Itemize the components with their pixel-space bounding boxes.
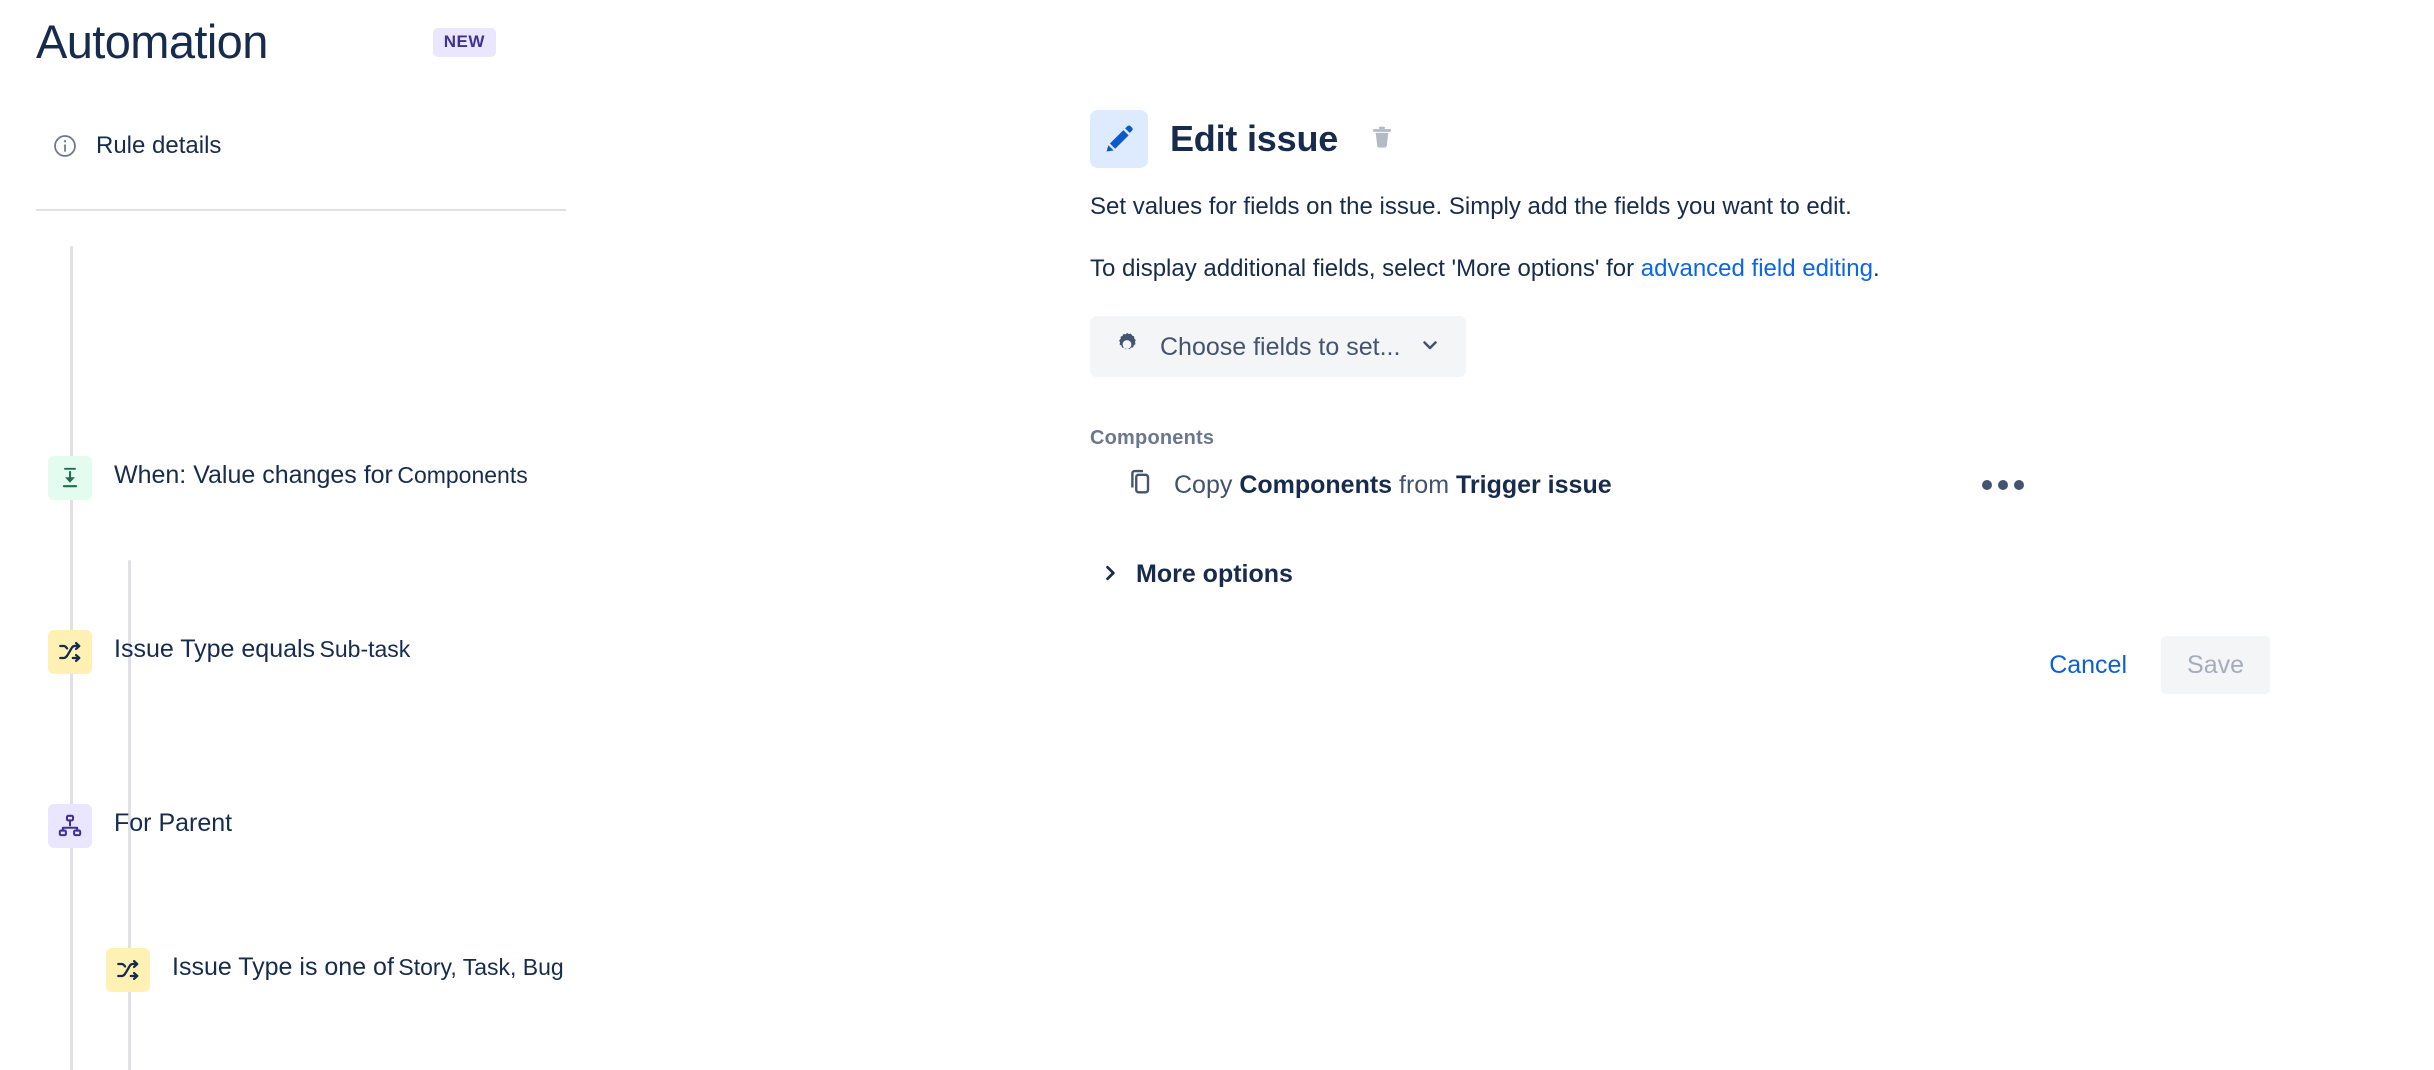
- shuffle-icon: [48, 630, 92, 674]
- trash-icon: [1368, 124, 1396, 155]
- field-row-prefix: Copy: [1174, 470, 1240, 499]
- tree-node-text: When: Value changes for Components: [114, 456, 528, 492]
- ellipsis-icon: [2014, 479, 2024, 490]
- field-group-label: Components: [1090, 427, 1215, 449]
- field-row-label: Copy Components from Trigger issue: [1174, 468, 1612, 502]
- tree-node-condition-issue-type-equals[interactable]: Issue Type equals Sub-task: [48, 630, 410, 674]
- advanced-field-editing-link[interactable]: advanced field editing: [1641, 255, 1873, 282]
- panel-body: Set values for fields on the issue. Simp…: [1090, 190, 2390, 694]
- panel-header: Edit issue: [1090, 110, 2390, 168]
- tree-node-title: For Parent: [114, 809, 233, 837]
- tree-node-subtitle: Sub-task: [319, 636, 411, 662]
- tree-node-condition-issue-type-one-of[interactable]: Issue Type is one of Story, Task, Bug: [106, 948, 564, 992]
- cancel-button[interactable]: Cancel: [2029, 636, 2147, 694]
- page-title: Automation: [36, 15, 268, 68]
- tree-node-text: Issue Type equals Sub-task: [114, 630, 410, 666]
- more-options-label: More options: [1136, 560, 1293, 588]
- tree-node-subtitle: Story, Task, Bug: [398, 954, 564, 980]
- tree-node-title: Issue Type is one of: [172, 953, 394, 981]
- automation-rule-editor: Automation NEW Rule details When: Value …: [0, 0, 2434, 1070]
- chevron-right-icon: [1100, 563, 1120, 586]
- choose-fields-to-set-button[interactable]: Choose fields to set...: [1090, 316, 1467, 377]
- panel-description-2-suffix: .: [1872, 255, 1880, 282]
- panel-action-buttons: Cancel Save: [1090, 636, 2270, 694]
- pencil-icon: [1090, 110, 1148, 168]
- new-badge: NEW: [432, 27, 496, 57]
- choose-fields-label: Choose fields to set...: [1160, 332, 1401, 361]
- tree-node-trigger[interactable]: When: Value changes for Components: [48, 456, 528, 500]
- rule-details-label: Rule details: [96, 132, 222, 159]
- save-button[interactable]: Save: [2161, 636, 2270, 694]
- field-group-components: Components Copy Components from Trigger …: [1090, 425, 2390, 502]
- chevron-down-icon: [1418, 333, 1442, 360]
- tree-node-text: For Parent: [114, 804, 232, 840]
- field-row-copy-components[interactable]: Copy Components from Trigger issue: [1090, 467, 2030, 502]
- gear-icon: [1112, 330, 1142, 363]
- panel-description-1: Set values for fields on the issue. Simp…: [1090, 193, 1852, 220]
- delete-component-button[interactable]: [1360, 124, 1396, 155]
- field-row-more-menu-button[interactable]: [1976, 470, 2030, 500]
- tree-node-branch-for-parent[interactable]: For Parent: [48, 804, 232, 848]
- panel-description-2-prefix: To display additional fields, select 'Mo…: [1090, 255, 1641, 282]
- rule-tree-panel: Rule details When: Value changes for Com…: [0, 120, 600, 1070]
- field-row-middle: from: [1392, 470, 1456, 499]
- ellipsis-icon: [1982, 479, 1992, 490]
- tree-node-subtitle: Components: [397, 462, 528, 488]
- tree-node-title: When: Value changes for: [114, 461, 393, 489]
- tree-node-text: Issue Type is one of Story, Task, Bug: [172, 948, 564, 984]
- field-row-bold-2: Trigger issue: [1456, 470, 1612, 499]
- sidebar-item-rule-details[interactable]: Rule details: [0, 120, 600, 172]
- copy-icon: [1126, 467, 1156, 502]
- panel-description-2: To display additional fields, select 'Mo…: [1090, 252, 2390, 286]
- panel-title: Edit issue: [1170, 118, 1339, 159]
- tree-node-title: Issue Type equals: [114, 635, 316, 663]
- info-icon: [52, 133, 78, 159]
- sidebar-divider: [36, 209, 566, 211]
- component-detail-panel: Edit issue Set values for fields on the …: [1090, 110, 2390, 694]
- page-header: Automation NEW: [36, 14, 496, 70]
- field-row-bold-1: Components: [1239, 470, 1393, 499]
- trigger-arrow-icon: [48, 456, 92, 500]
- shuffle-icon: [106, 948, 150, 992]
- more-options-toggle[interactable]: More options: [1100, 554, 1293, 594]
- ellipsis-icon: [1998, 479, 2008, 490]
- hierarchy-icon: [48, 804, 92, 848]
